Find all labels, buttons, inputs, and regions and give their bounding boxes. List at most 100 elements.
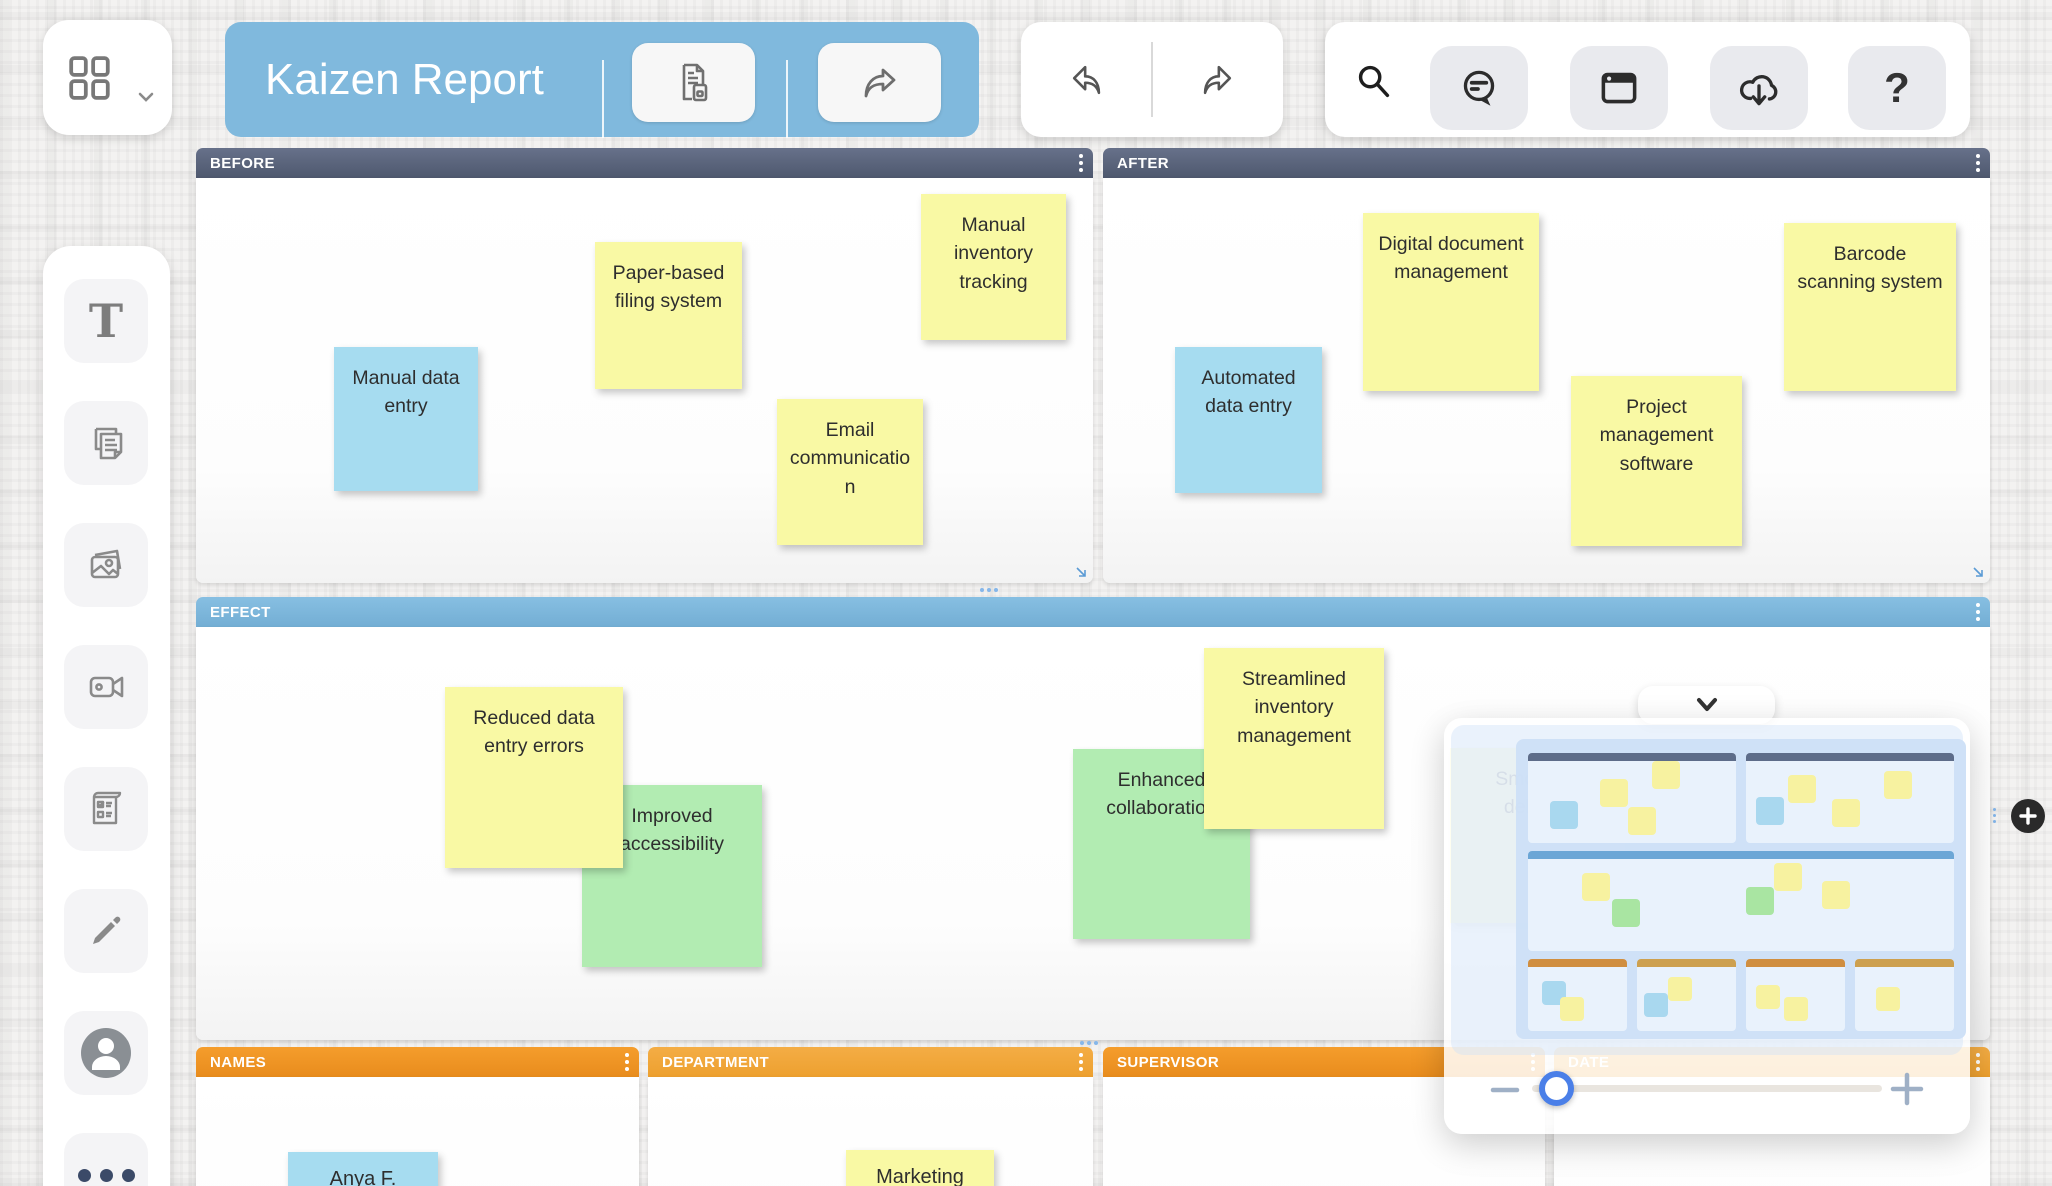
form-tool[interactable]: [64, 767, 148, 851]
tools-sidebar: T: [43, 246, 170, 1186]
minimap-note: [1756, 985, 1780, 1009]
template-button[interactable]: [632, 43, 755, 122]
section-label: DEPARTMENT: [662, 1054, 769, 1071]
minimap-note: [1756, 797, 1784, 825]
minimap-note: [1550, 801, 1578, 829]
sticky-note[interactable]: Paper-based filing system: [595, 242, 742, 389]
board-menu-button[interactable]: [43, 20, 172, 135]
divider: [1151, 42, 1153, 117]
section-drag-handle[interactable]: [1080, 1041, 1098, 1045]
sticky-note[interactable]: Email communication: [777, 399, 923, 545]
minimap-note: [1832, 799, 1860, 827]
more-tool[interactable]: [64, 1133, 148, 1186]
cloud-download-icon: [1734, 63, 1784, 113]
user-tool[interactable]: [64, 1011, 148, 1095]
zoom-in-button[interactable]: [1890, 1072, 1924, 1106]
zoom-out-button[interactable]: [1490, 1085, 1520, 1095]
board-title-bar: Kaizen Report: [225, 22, 979, 137]
draw-tool[interactable]: [64, 889, 148, 973]
section-label: NAMES: [210, 1054, 266, 1071]
chevron-down-icon: [135, 88, 157, 106]
zoom-slider-track[interactable]: [1532, 1085, 1882, 1092]
section-label: EFFECT: [210, 604, 271, 621]
kebab-menu-icon[interactable]: [625, 1053, 629, 1071]
text-tool-icon: T: [89, 298, 123, 344]
minimap-note: [1876, 987, 1900, 1011]
resize-arrow-icon[interactable]: [1971, 565, 1986, 580]
form-icon: [82, 785, 130, 833]
minimap-note: [1644, 993, 1668, 1017]
divider: [602, 60, 604, 138]
kebab-menu-icon[interactable]: [1976, 603, 1980, 621]
kebab-menu-icon[interactable]: [1976, 1053, 1980, 1071]
card-panel-button[interactable]: [1570, 46, 1668, 130]
resize-arrow-icon[interactable]: [1074, 565, 1089, 580]
grid-icon: [67, 55, 113, 101]
share-button[interactable]: [818, 43, 941, 122]
minimap-section: [1528, 851, 1954, 951]
section-after-header[interactable]: AFTER: [1103, 148, 1990, 178]
kebab-menu-icon[interactable]: [1079, 154, 1083, 172]
sticky-note[interactable]: Project management software: [1571, 376, 1742, 546]
sticky-notes-tool[interactable]: [64, 401, 148, 485]
minimap-note: [1788, 775, 1816, 803]
sticky-note[interactable]: Manual inventory tracking: [921, 194, 1066, 340]
canvas[interactable]: BEFORE AFTER EFFECT NAMES DEPARTMENT: [0, 0, 2052, 1186]
section-drag-handle[interactable]: [980, 588, 998, 592]
add-section-button[interactable]: [2011, 799, 2045, 833]
search-icon[interactable]: [1351, 58, 1397, 104]
zoom-slider-knob[interactable]: [1539, 1071, 1574, 1106]
text-tool[interactable]: T: [64, 279, 148, 363]
section-names-header[interactable]: NAMES: [196, 1047, 639, 1077]
minimap-note: [1784, 997, 1808, 1021]
kebab-menu-icon[interactable]: [1976, 154, 1980, 172]
minimap-note: [1560, 997, 1584, 1021]
avatar-icon: [79, 1026, 133, 1080]
utilities-card: ?: [1325, 22, 1970, 137]
comments-button[interactable]: [1430, 46, 1528, 130]
cloud-download-button[interactable]: [1710, 46, 1808, 130]
sticky-note[interactable]: Automated data entry: [1175, 347, 1322, 493]
section-label: BEFORE: [210, 155, 275, 172]
history-card: [1021, 22, 1283, 137]
pencil-icon: [82, 907, 130, 955]
plus-icon: [2019, 807, 2037, 825]
video-tool[interactable]: [64, 645, 148, 729]
board-title[interactable]: Kaizen Report: [265, 22, 544, 137]
undo-icon[interactable]: [1065, 58, 1109, 102]
minimap-note: [1774, 863, 1802, 891]
minimap-section: [1855, 959, 1954, 1031]
share-icon: [856, 59, 904, 107]
section-label: AFTER: [1117, 155, 1169, 172]
image-tool[interactable]: [64, 523, 148, 607]
sticky-note[interactable]: Manual data entry: [334, 347, 478, 491]
edge-handle[interactable]: [1993, 808, 1996, 823]
sticky-note[interactable]: Streamlined inventory management: [1204, 648, 1384, 829]
minimap-note: [1746, 887, 1774, 915]
help-label: ?: [1884, 64, 1910, 112]
redo-icon[interactable]: [1195, 58, 1239, 102]
sticky-note[interactable]: Digital document management: [1363, 213, 1539, 391]
section-effect-header[interactable]: EFFECT: [196, 597, 1990, 627]
sticky-note[interactable]: Marketing: [846, 1150, 994, 1186]
minimap-board[interactable]: [1516, 739, 1966, 1039]
minimap-note: [1600, 779, 1628, 807]
minimap-note: [1884, 771, 1912, 799]
sticky-note[interactable]: Reduced data entry errors: [445, 687, 623, 868]
sticky-note[interactable]: Barcode scanning system: [1784, 223, 1956, 391]
section-label: SUPERVISOR: [1117, 1054, 1219, 1071]
divider: [786, 60, 788, 138]
minimap-note: [1822, 881, 1850, 909]
help-button[interactable]: ?: [1848, 46, 1946, 130]
minimap-note: [1652, 761, 1680, 789]
minimap-note: [1612, 899, 1640, 927]
sticky-note[interactable]: Anya F.: [288, 1152, 438, 1186]
document-icon: [670, 59, 718, 107]
video-camera-icon: [82, 663, 130, 711]
kebab-menu-icon[interactable]: [1079, 1053, 1083, 1071]
section-before-header[interactable]: BEFORE: [196, 148, 1093, 178]
section-department-header[interactable]: DEPARTMENT: [648, 1047, 1093, 1077]
notes-icon: [82, 419, 130, 467]
image-icon: [82, 541, 130, 589]
chevron-down-icon: [1692, 695, 1722, 715]
